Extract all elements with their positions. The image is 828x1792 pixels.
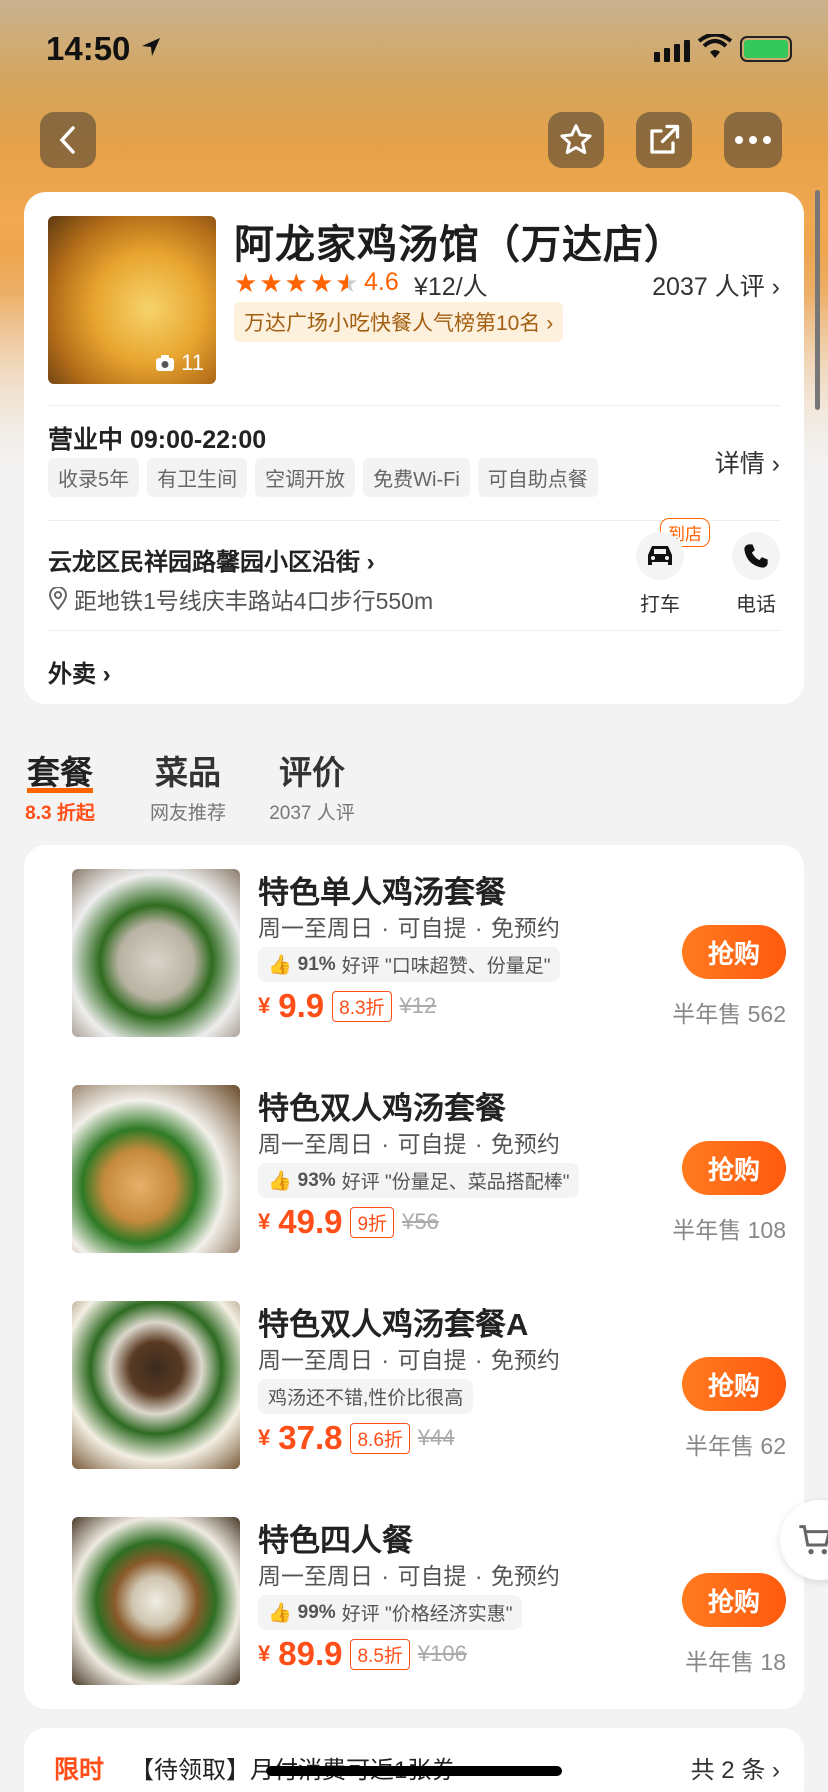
section-tabs: 套餐 8.3 折起 菜品 网友推荐 评价 2037 人评: [0, 746, 828, 826]
facility-tag: 可自助点餐: [477, 458, 598, 497]
deal-item[interactable]: 特色单人鸡汤套餐 周一至周日 · 可自提 · 免预约 👍 91% 好评 "口味超赞、…: [48, 869, 786, 1039]
deal-price-row: ¥37.8 8.6折 ¥44: [258, 1419, 455, 1456]
chevron-right-icon: ›: [546, 312, 554, 335]
deal-item[interactable]: 特色四人餐 周一至周日 · 可自提 · 免预约 👍 99% 好评 "价格经济实惠" …: [48, 1517, 786, 1687]
promo-banner[interactable]: 限时 【待领取】月付消费可返1张券 共 2 条 ›: [24, 1728, 804, 1792]
chevron-right-icon: ›: [771, 273, 780, 301]
sold-count: 半年售 62: [685, 1433, 786, 1459]
deal-meta: 周一至周日 · 可自提 · 免预约: [258, 915, 560, 941]
scrollbar[interactable]: [815, 190, 820, 410]
facility-tag: 收录5年: [48, 458, 140, 497]
deal-review-quote: 👍 91% 好评 "口味超赞、份量足": [258, 947, 561, 982]
deal-name: 特色双人鸡汤套餐: [258, 1091, 506, 1126]
review-count-link[interactable]: 2037 人评 ›: [652, 267, 780, 303]
photo-count: 11: [155, 350, 204, 376]
divider: [48, 405, 780, 406]
deal-image: [72, 1085, 240, 1253]
star-half-icon: ★: [335, 268, 359, 298]
chevron-right-icon: ›: [102, 661, 111, 688]
facility-tag: 有卫生间: [147, 458, 248, 497]
more-dots-icon: [735, 136, 771, 144]
deal-name: 特色四人餐: [258, 1523, 413, 1558]
avg-price: ¥12/人: [414, 273, 488, 301]
address-link[interactable]: 云龙区民祥园路馨园小区沿街 ›: [48, 542, 375, 577]
buy-button[interactable]: 抢购: [682, 925, 786, 979]
battery-icon: [740, 36, 792, 62]
phone-icon: [744, 544, 768, 568]
star-icon: ★: [284, 268, 308, 298]
deal-price-row: ¥9.9 8.3折 ¥12: [258, 987, 437, 1024]
status-time: 14:50: [46, 30, 131, 67]
details-link[interactable]: 详情 ›: [715, 444, 780, 480]
more-button[interactable]: [724, 112, 782, 168]
deal-review-quote: 👍 93% 好评 "份量足、菜品搭配棒": [258, 1163, 580, 1198]
share-icon: [650, 124, 680, 154]
deal-name: 特色单人鸡汤套餐: [258, 875, 506, 910]
facility-tag: 空调开放: [255, 458, 356, 497]
shop-name: 阿龙家鸡汤馆（万达店）: [234, 223, 685, 267]
chevron-right-icon: ›: [771, 450, 780, 478]
home-indicator: [266, 1766, 562, 1776]
deal-item[interactable]: 特色双人鸡汤套餐 周一至周日 · 可自提 · 免预约 👍 93% 好评 "份量足、菜…: [48, 1085, 786, 1255]
share-button[interactable]: [636, 112, 692, 168]
thumbs-up-icon: 👍: [268, 1602, 292, 1624]
deal-review-quote: 鸡汤还不错,性价比很高: [258, 1379, 474, 1414]
buy-button[interactable]: 抢购: [682, 1573, 786, 1627]
promo-count: 共 2 条 ›: [690, 1757, 780, 1784]
car-icon: [648, 546, 672, 565]
signal-icon: [654, 40, 690, 62]
deal-price-row: ¥49.9 9折 ¥56: [258, 1203, 439, 1240]
ranking-badge[interactable]: 万达广场小吃快餐人气榜第10名 ›: [234, 302, 564, 342]
star-icon: ★: [259, 268, 283, 298]
deal-price-row: ¥89.9 8.5折 ¥106: [258, 1635, 467, 1672]
rating-stars: ★ ★ ★ ★ ★: [234, 268, 359, 299]
divider: [48, 630, 780, 631]
location-arrow-icon: [142, 38, 160, 56]
back-button[interactable]: [40, 112, 96, 168]
promo-tag: 限时: [54, 1756, 105, 1784]
deal-image: [72, 869, 240, 1037]
favorite-button[interactable]: [548, 112, 604, 168]
business-hours: 营业中 09:00-22:00: [48, 426, 267, 454]
thumbs-up-icon: 👍: [268, 1170, 292, 1192]
sold-count: 半年售 108: [672, 1217, 786, 1243]
tab-pingjia[interactable]: 评价 2037 人评: [262, 746, 362, 825]
chevron-left-icon: [59, 126, 75, 154]
phone-button[interactable]: 电话: [716, 532, 796, 617]
sold-count: 半年售 18: [685, 1649, 786, 1675]
shop-info-card: 11 阿龙家鸡汤馆（万达店） ★ ★ ★ ★ ★ 4.6 ¥12/人 2037 人评 ›…: [24, 192, 804, 704]
star-icon: ★: [309, 268, 334, 298]
cart-icon: [799, 1525, 828, 1555]
deal-image: [72, 1301, 240, 1469]
deal-item[interactable]: 特色双人鸡汤套餐A 周一至周日 · 可自提 · 免预约 鸡汤还不错,性价比很高 …: [48, 1301, 786, 1471]
metro-distance: 距地铁1号线庆丰路站4口步行550m: [48, 582, 433, 616]
tab-taocan[interactable]: 套餐 8.3 折起: [20, 746, 100, 825]
deal-meta: 周一至周日 · 可自提 · 免预约: [258, 1131, 560, 1157]
deal-review-quote: 👍 99% 好评 "价格经济实惠": [258, 1595, 523, 1630]
buy-button[interactable]: 抢购: [682, 1357, 786, 1411]
shop-photo[interactable]: 11: [48, 216, 216, 384]
status-bar: 14:50: [0, 0, 828, 100]
tab-caipin[interactable]: 菜品 网友推荐: [142, 746, 234, 825]
wifi-icon: [698, 34, 732, 58]
buy-button[interactable]: 抢购: [682, 1141, 786, 1195]
sold-count: 半年售 562: [672, 1001, 786, 1027]
facility-tags: 收录5年 有卫生间 空调开放 免费Wi-Fi 可自助点餐: [48, 458, 598, 497]
chevron-right-icon: ›: [772, 1757, 780, 1784]
deals-card: 特色单人鸡汤套餐 周一至周日 · 可自提 · 免预约 👍 91% 好评 "口味超赞、…: [24, 845, 804, 1709]
chevron-right-icon: ›: [366, 549, 375, 576]
deal-name: 特色双人鸡汤套餐A: [258, 1307, 529, 1342]
star-outline-icon: [560, 124, 592, 155]
star-icon: ★: [234, 268, 258, 298]
deal-image: [72, 1517, 240, 1685]
deal-meta: 周一至周日 · 可自提 · 免预约: [258, 1347, 560, 1373]
location-pin-icon: [48, 587, 68, 611]
deal-meta: 周一至周日 · 可自提 · 免预约: [258, 1563, 560, 1589]
delivery-link[interactable]: 外卖 ›: [48, 654, 111, 689]
thumbs-up-icon: 👍: [268, 954, 292, 976]
rating-value: 4.6: [364, 268, 399, 296]
camera-icon: [156, 355, 175, 371]
facility-tag: 免费Wi-Fi: [363, 458, 470, 497]
taxi-button[interactable]: 打车: [620, 532, 700, 617]
